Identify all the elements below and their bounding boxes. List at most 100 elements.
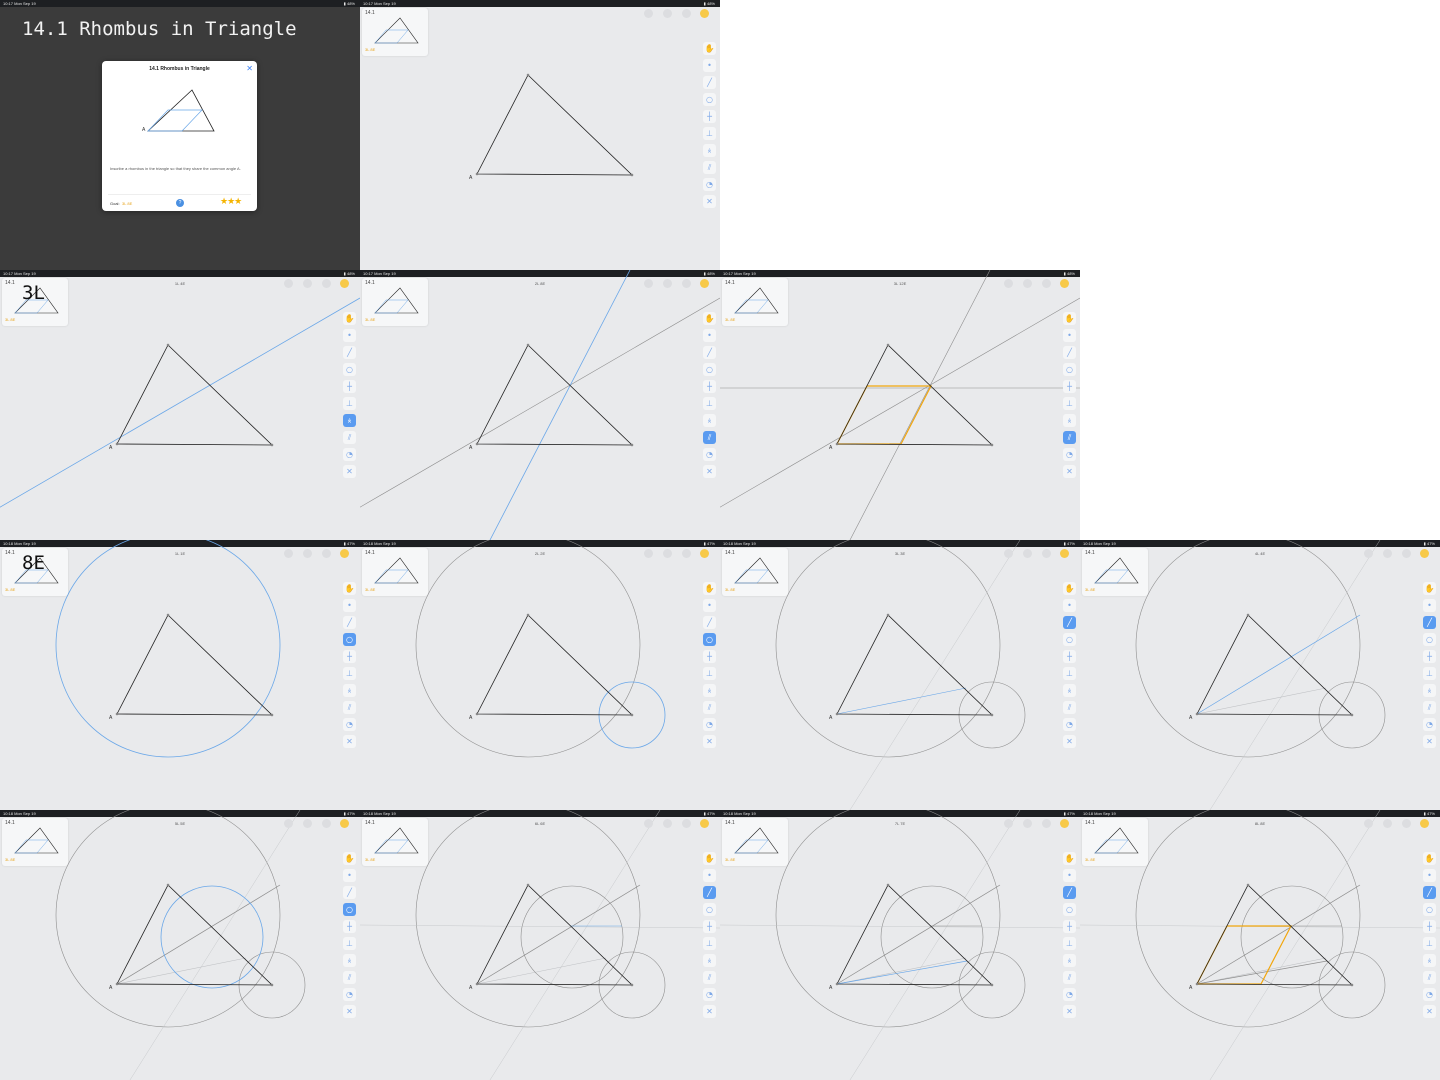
eraser-icon[interactable]: ✕ [703,735,716,748]
redo-button[interactable] [663,819,672,828]
angle-bisector-icon[interactable]: ⨰ [703,414,716,427]
hand-icon[interactable]: ✋ [1423,852,1436,865]
angle-bisector-icon[interactable]: ⨰ [703,144,716,157]
circle-icon[interactable]: ○ [703,93,716,106]
menu-button[interactable] [1042,279,1051,288]
eraser-icon[interactable]: ✕ [1063,735,1076,748]
undo-button[interactable] [644,819,653,828]
hint-button[interactable] [340,819,349,828]
level-thumbnail[interactable]: 14.1 3L 8E [362,548,428,596]
perpendicular-icon[interactable]: ⊥ [1063,397,1076,410]
hint-button[interactable] [700,549,709,558]
point-icon[interactable]: • [343,869,356,882]
vertex-point[interactable] [526,73,530,77]
line-icon[interactable]: ╱ [1423,616,1436,629]
parallel-icon[interactable]: ⫽ [343,971,356,984]
redo-button[interactable] [663,279,672,288]
hint-button[interactable] [1060,279,1069,288]
undo-button[interactable] [644,549,653,558]
menu-button[interactable] [682,549,691,558]
perpendicular-icon[interactable]: ⊥ [1423,937,1436,950]
vertex-point[interactable] [166,343,170,347]
hand-icon[interactable]: ✋ [343,312,356,325]
hint-button[interactable] [1420,819,1429,828]
parallel-icon[interactable]: ⫽ [703,431,716,444]
point-icon[interactable]: • [1423,599,1436,612]
circle-icon[interactable]: ○ [703,903,716,916]
vertex-point[interactable] [630,173,634,177]
line-icon[interactable]: ╱ [703,76,716,89]
line-icon[interactable]: ╱ [343,346,356,359]
undo-button[interactable] [1364,549,1373,558]
vertex-point[interactable] [886,343,890,347]
perpendicular-bisector-icon[interactable]: ┼ [1423,920,1436,933]
perpendicular-bisector-icon[interactable]: ┼ [703,110,716,123]
parallel-icon[interactable]: ⫽ [703,701,716,714]
eraser-icon[interactable]: ✕ [343,735,356,748]
vertex-point[interactable] [475,442,479,446]
undo-button[interactable] [644,279,653,288]
parallel-icon[interactable]: ⫽ [343,431,356,444]
hint-button[interactable] [340,549,349,558]
angle-bisector-icon[interactable]: ⨰ [1063,684,1076,697]
vertex-point[interactable] [1195,712,1199,716]
parallel-icon[interactable]: ⫽ [703,971,716,984]
perpendicular-bisector-icon[interactable]: ┼ [343,650,356,663]
parallel-icon[interactable]: ⫽ [703,161,716,174]
hint-button[interactable] [340,279,349,288]
undo-button[interactable] [284,279,293,288]
point-icon[interactable]: • [703,59,716,72]
angle-bisector-icon[interactable]: ⨰ [1063,414,1076,427]
perpendicular-icon[interactable]: ⊥ [703,667,716,680]
hand-icon[interactable]: ✋ [343,852,356,865]
vertex-point[interactable] [886,613,890,617]
perpendicular-icon[interactable]: ⊥ [343,397,356,410]
eraser-icon[interactable]: ✕ [1423,1005,1436,1018]
menu-button[interactable] [682,819,691,828]
level-thumbnail[interactable]: 14.1 3L 8E [362,278,428,326]
help-icon[interactable]: ? [176,199,184,207]
vertex-point[interactable] [990,443,994,447]
compass-icon[interactable]: ◔ [1423,718,1436,731]
redo-button[interactable] [1023,819,1032,828]
vertex-point[interactable] [886,883,890,887]
undo-button[interactable] [284,819,293,828]
parallel-icon[interactable]: ⫽ [1063,431,1076,444]
hand-icon[interactable]: ✋ [343,582,356,595]
level-thumbnail[interactable]: 14.1 3L 8E [722,818,788,866]
level-thumbnail[interactable]: 14.1 3L 8E [722,548,788,596]
circle-icon[interactable]: ○ [343,903,356,916]
perpendicular-icon[interactable]: ⊥ [703,127,716,140]
vertex-point[interactable] [835,982,839,986]
point-icon[interactable]: • [703,329,716,342]
perpendicular-icon[interactable]: ⊥ [343,937,356,950]
menu-button[interactable] [682,9,691,18]
point-icon[interactable]: • [1063,599,1076,612]
vertex-point[interactable] [166,883,170,887]
point-icon[interactable]: • [343,599,356,612]
eraser-icon[interactable]: ✕ [1063,465,1076,478]
angle-bisector-icon[interactable]: ⨰ [343,684,356,697]
perpendicular-bisector-icon[interactable]: ┼ [343,380,356,393]
vertex-point[interactable] [475,712,479,716]
undo-button[interactable] [1004,549,1013,558]
vertex-point[interactable] [166,613,170,617]
hint-button[interactable] [1060,549,1069,558]
circle-icon[interactable]: ○ [343,363,356,376]
vertex-point[interactable] [835,442,839,446]
hand-icon[interactable]: ✋ [1063,582,1076,595]
vertex-point[interactable] [1350,983,1354,987]
eraser-icon[interactable]: ✕ [343,1005,356,1018]
point-icon[interactable]: • [1423,869,1436,882]
undo-button[interactable] [644,9,653,18]
perpendicular-bisector-icon[interactable]: ┼ [1063,650,1076,663]
angle-bisector-icon[interactable]: ⨰ [343,954,356,967]
angle-bisector-icon[interactable]: ⨰ [343,414,356,427]
hand-icon[interactable]: ✋ [703,852,716,865]
vertex-point[interactable] [526,343,530,347]
vertex-point[interactable] [115,982,119,986]
perpendicular-bisector-icon[interactable]: ┼ [1063,380,1076,393]
level-thumbnail[interactable]: 14.1 3L 8E [362,8,428,56]
hint-button[interactable] [700,9,709,18]
hand-icon[interactable]: ✋ [703,42,716,55]
